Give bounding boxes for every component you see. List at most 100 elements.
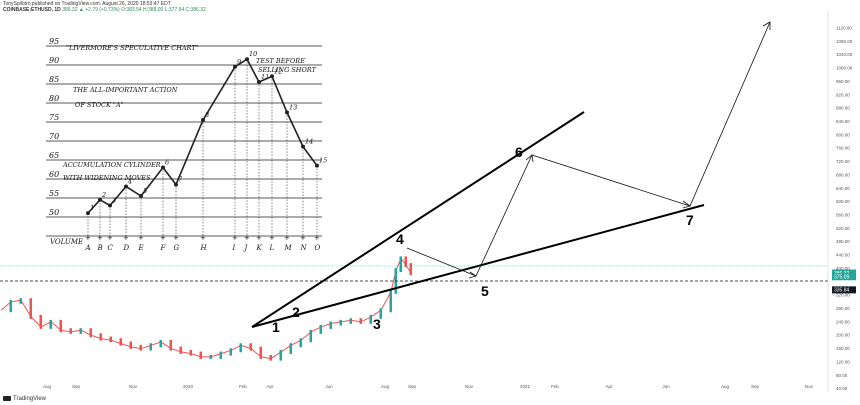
candle bbox=[129, 341, 132, 349]
inset-category-mark: + bbox=[256, 234, 262, 242]
inset-category-mark: + bbox=[284, 234, 290, 242]
inset-category-label: L bbox=[269, 244, 275, 252]
inset-category-label: C bbox=[108, 244, 114, 252]
candle bbox=[89, 328, 92, 338]
candle bbox=[409, 263, 412, 276]
wave-label-5: 5 bbox=[481, 283, 489, 299]
inset-category-mark: + bbox=[232, 234, 238, 242]
wave-label-3: 3 bbox=[373, 316, 381, 332]
candle bbox=[149, 343, 152, 351]
wave-label-4: 4 bbox=[396, 231, 404, 247]
inset-category-mark: + bbox=[107, 234, 113, 242]
y-tick-label: 240.00 bbox=[836, 319, 850, 324]
inset-title: "LIVERMORE'S SPECULATIVE CHART" bbox=[66, 44, 199, 52]
candle bbox=[389, 289, 392, 313]
candle bbox=[139, 344, 142, 351]
inset-category-mark: + bbox=[173, 234, 179, 242]
x-tick-label: Sep bbox=[72, 384, 81, 389]
candle bbox=[399, 256, 402, 273]
inset-point-label: 11 bbox=[261, 73, 269, 81]
candle bbox=[69, 328, 72, 334]
inset-y-tick: 90 bbox=[49, 56, 59, 65]
y-tick-label: 520.00 bbox=[836, 226, 850, 231]
candle bbox=[329, 321, 332, 329]
inset-y-tick: 55 bbox=[49, 189, 59, 198]
arrow-up bbox=[762, 21, 771, 30]
livermore-inset: 95908580757065605550 1234567891011121314… bbox=[45, 37, 330, 252]
inset-category-mark: + bbox=[244, 234, 250, 242]
time-axis[interactable]: Aug Sep Nov 2020 Feb Apr Jun Aug Sep Nov 2021 Feb Ap… bbox=[43, 384, 814, 389]
candle bbox=[259, 346, 262, 359]
inset-point-label: 1 bbox=[90, 204, 94, 212]
candle bbox=[79, 328, 82, 334]
candle bbox=[9, 299, 12, 313]
inset-point-label: 13 bbox=[289, 103, 297, 111]
candle bbox=[159, 339, 162, 348]
x-tick-label: Apr bbox=[266, 384, 274, 389]
candle bbox=[229, 348, 232, 356]
price-tag-support: 335.84 bbox=[832, 286, 856, 294]
x-tick-label: Feb bbox=[239, 384, 247, 389]
inset-category-label: D bbox=[123, 244, 130, 252]
candle bbox=[29, 298, 32, 319]
candle bbox=[49, 319, 52, 329]
x-tick-label: Feb bbox=[551, 384, 559, 389]
wave-label-7: 7 bbox=[686, 212, 694, 228]
candle bbox=[339, 319, 342, 326]
y-tick-label: 920.00 bbox=[836, 92, 850, 97]
x-tick-label: Sep bbox=[408, 384, 417, 389]
candle bbox=[359, 318, 362, 324]
inset-y-tick: 80 bbox=[49, 94, 59, 103]
price-tag-sub: 375.09 bbox=[832, 273, 856, 281]
y-tick-label: 440.00 bbox=[836, 253, 850, 258]
candle bbox=[319, 324, 322, 334]
inset-test-before: TEST BEFORE bbox=[256, 57, 305, 65]
candle bbox=[219, 351, 222, 359]
candle bbox=[189, 349, 192, 356]
price-axis[interactable]: 1120.00 1040.00 960.00 880.00 800.00 720.00 64… bbox=[827, 10, 853, 392]
y-tick-label: 200.00 bbox=[836, 333, 850, 338]
y-tick-label: 560.00 bbox=[836, 213, 850, 218]
inset-category-label: E bbox=[138, 244, 144, 252]
y-tick-label: 800.00 bbox=[836, 132, 850, 137]
inset-volume-label: VOLUME bbox=[50, 238, 83, 246]
inset-category-label: I bbox=[232, 244, 236, 252]
candle bbox=[169, 339, 172, 351]
inset-category-label: N bbox=[300, 244, 308, 252]
inset-point-label: 8 bbox=[205, 111, 209, 119]
inset-point-label: 5 bbox=[143, 187, 147, 195]
x-tick-label: Apr bbox=[605, 384, 613, 389]
x-tick-label: Aug bbox=[721, 384, 730, 389]
price-tag-text: 375.09 bbox=[834, 275, 850, 281]
y-tick-label: 640.00 bbox=[836, 186, 850, 191]
candle bbox=[209, 354, 212, 359]
candle bbox=[179, 346, 182, 354]
inset-category-mark: + bbox=[123, 234, 129, 242]
x-tick-label: Nov bbox=[805, 384, 814, 389]
price-tags: 386.32375.09335.84 bbox=[832, 269, 856, 294]
x-tick-label: Jun bbox=[662, 384, 670, 389]
inset-widening: WITH WIDENING MOVES bbox=[63, 174, 151, 182]
inset-y-tick: 65 bbox=[49, 151, 59, 160]
tradingview-brand[interactable]: TradingView bbox=[3, 396, 46, 402]
x-tick-label: Nov bbox=[129, 384, 138, 389]
candle bbox=[99, 333, 102, 341]
inset-y-tick: 50 bbox=[49, 208, 59, 217]
candle bbox=[269, 354, 272, 361]
price-tag-text: 335.84 bbox=[834, 288, 850, 294]
inset-point-label: 15 bbox=[319, 157, 327, 165]
inset-category-mark: + bbox=[138, 234, 144, 242]
candle bbox=[249, 343, 252, 351]
inset-category-label: G bbox=[174, 244, 180, 252]
y-tick-label: 600.00 bbox=[836, 199, 850, 204]
price-chart[interactable]: 1 2 3 4 5 6 7 95908580757065605550 12345… bbox=[0, 0, 860, 405]
inset-point-label: 6 bbox=[165, 159, 169, 167]
y-tick-label: 40.00 bbox=[836, 386, 848, 391]
inset-selling-short: SELLING SHORT bbox=[258, 66, 317, 74]
brand-label: TradingView bbox=[13, 396, 47, 403]
candle bbox=[279, 349, 282, 361]
inset-subtitle-1: THE ALL-IMPORTANT ACTION bbox=[73, 86, 178, 94]
candle bbox=[199, 351, 202, 359]
inset-category-label: B bbox=[97, 244, 103, 252]
inset-category-mark: + bbox=[200, 234, 206, 242]
